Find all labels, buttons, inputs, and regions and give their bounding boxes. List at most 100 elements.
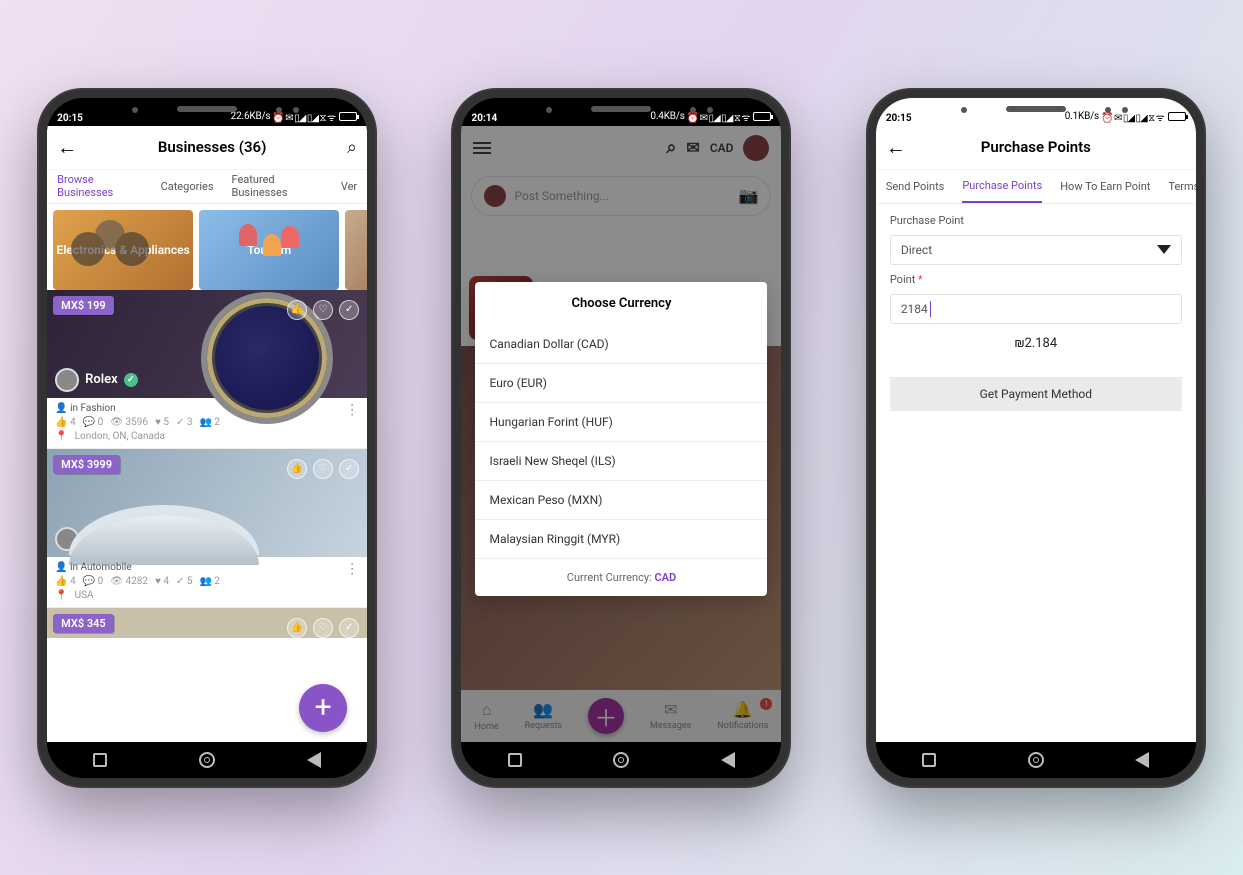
- screen: ← Businesses (36) ⌕ Browse Businesses Ca…: [47, 126, 367, 742]
- back-button[interactable]: ←: [57, 135, 77, 160]
- nav-back[interactable]: [703, 750, 753, 770]
- android-navbar: [47, 742, 367, 778]
- modal-footer: Current Currency: CAD: [475, 559, 767, 596]
- heart-icon[interactable]: ♡: [313, 300, 333, 320]
- purchase-method-select[interactable]: Direct: [890, 235, 1182, 265]
- heart-icon[interactable]: ♡: [313, 459, 333, 479]
- tab-send[interactable]: Send Points: [886, 180, 945, 193]
- nav-home[interactable]: [182, 750, 232, 770]
- input-value: 2184: [901, 302, 928, 316]
- screen: ⌕ ✉ CAD Post Something... 📷 ⌂Home 👥Reque…: [461, 126, 781, 742]
- business-meta: ⋮ 👤 in Automobile 👍 4 💬 0 👁 4282 ♥ 4 ✓ 5…: [47, 557, 367, 608]
- nav-recents[interactable]: [490, 750, 540, 770]
- back-button[interactable]: ←: [886, 135, 906, 160]
- nav-home[interactable]: [596, 750, 646, 770]
- business-hero: MX$ 199 👍 ♡ ✓ Rolex ✓: [47, 290, 367, 398]
- business-name: BMW: [85, 531, 116, 546]
- options-icon[interactable]: ⋮: [345, 561, 359, 577]
- clock: 20:14: [471, 113, 497, 124]
- page-title: Businesses (36): [158, 138, 267, 156]
- tab-browse[interactable]: Browse Businesses: [57, 173, 142, 204]
- battery-icon: [1168, 112, 1186, 121]
- business-meta: ⋮ 👤 in Fashion 👍 4 💬 0 👁 3596 ♥ 5 ✓ 3 👥 …: [47, 398, 367, 449]
- phone-businesses: 20:15 22.6KB/s ⏰ ✉ ▯◢ ▯◢ ⧖ ᯤ ← Businesse…: [37, 88, 377, 788]
- tabs: Browse Businesses Categories Featured Bu…: [47, 170, 367, 204]
- check-icon[interactable]: ✓: [339, 459, 359, 479]
- currency-option[interactable]: Hungarian Forint (HUF): [475, 403, 767, 442]
- screen: ← Purchase Points Send Points Purchase P…: [876, 126, 1196, 742]
- android-navbar: [461, 742, 781, 778]
- currency-option[interactable]: Malaysian Ringgit (MYR): [475, 520, 767, 559]
- status-bar: 20:15 22.6KB/s ⏰ ✉ ▯◢ ▯◢ ⧖ ᯤ: [47, 98, 367, 126]
- tab-more[interactable]: Ver: [341, 180, 357, 193]
- price-badge: MX$ 3999: [53, 455, 120, 474]
- app-bar: ← Purchase Points: [876, 126, 1196, 170]
- currency-option[interactable]: Euro (EUR): [475, 364, 767, 403]
- price-badge: MX$ 345: [53, 614, 114, 633]
- nav-back[interactable]: [1117, 750, 1167, 770]
- phone-currency: 20:14 0.4KB/s ⏰ ✉ ▯◢ ▯◢ ⧖ ᯤ ⌕ ✉ CAD: [451, 88, 791, 788]
- chevron-down-icon: [1157, 245, 1171, 254]
- phone-purchase: 20:15 0.1KB/s ⏰ ✉ ▯◢ ▯◢ ⧖ ᯤ ← Purchase P…: [866, 88, 1206, 788]
- nav-home[interactable]: [1011, 750, 1061, 770]
- business-list[interactable]: MX$ 199 👍 ♡ ✓ Rolex ✓: [47, 290, 367, 742]
- calculated-price: ₪2.184: [890, 336, 1182, 351]
- tab-purchase[interactable]: Purchase Points: [962, 179, 1042, 203]
- get-payment-button[interactable]: Get Payment Method: [890, 377, 1182, 411]
- business-hero: MX$ 3999 👍 ♡ ✓ BMW ✓: [47, 449, 367, 557]
- app-bar: ← Businesses (36) ⌕: [47, 126, 367, 170]
- business-name: Rolex: [85, 372, 118, 387]
- battery-icon: [753, 112, 771, 121]
- text-cursor: [930, 301, 931, 317]
- search-icon[interactable]: ⌕: [347, 137, 357, 158]
- status-bar: 20:14 0.4KB/s ⏰ ✉ ▯◢ ▯◢ ⧖ ᯤ: [461, 98, 781, 126]
- business-card[interactable]: MX$ 3999 👍 ♡ ✓ BMW ✓: [47, 449, 367, 608]
- device-speaker: [177, 106, 237, 112]
- check-icon[interactable]: ✓: [339, 300, 359, 320]
- clock: 20:15: [886, 113, 912, 124]
- purchase-form: Purchase Point Direct Point * 2184 ₪2.18…: [876, 204, 1196, 421]
- tab-featured[interactable]: Featured Businesses: [232, 173, 323, 199]
- options-icon[interactable]: ⋮: [345, 402, 359, 418]
- status-icons: ⏰ ✉ ▯◢ ▯◢ ⧖ ᯤ: [272, 110, 335, 124]
- page-title: Purchase Points: [981, 138, 1091, 156]
- nav-recents[interactable]: [75, 750, 125, 770]
- network-speed: 22.6KB/s: [231, 111, 271, 122]
- like-icon[interactable]: 👍: [287, 300, 307, 320]
- label-purchase: Purchase Point: [890, 214, 1182, 227]
- android-navbar: [876, 742, 1196, 778]
- label-point: Point *: [890, 273, 1182, 286]
- fab-add[interactable]: +: [299, 684, 347, 732]
- tab-terms[interactable]: Terms &: [1168, 180, 1195, 193]
- currency-option[interactable]: Mexican Peso (MXN): [475, 481, 767, 520]
- nav-recents[interactable]: [904, 750, 954, 770]
- clock: 20:15: [57, 113, 83, 124]
- heart-icon[interactable]: ♡: [313, 618, 333, 638]
- currency-modal: Choose Currency Canadian Dollar (CAD) Eu…: [475, 282, 767, 596]
- tab-howto[interactable]: How To Earn Point: [1060, 180, 1150, 193]
- check-icon[interactable]: ✓: [339, 618, 359, 638]
- modal-title: Choose Currency: [475, 282, 767, 325]
- battery-icon: [339, 112, 357, 121]
- currency-option[interactable]: Canadian Dollar (CAD): [475, 325, 767, 364]
- currency-option[interactable]: Israeli New Sheqel (ILS): [475, 442, 767, 481]
- business-card[interactable]: MX$ 345 👍 ♡ ✓: [47, 608, 367, 638]
- business-avatar: [55, 368, 79, 392]
- business-card[interactable]: MX$ 199 👍 ♡ ✓ Rolex ✓: [47, 290, 367, 449]
- like-icon[interactable]: 👍: [287, 618, 307, 638]
- status-bar: 20:15 0.1KB/s ⏰ ✉ ▯◢ ▯◢ ⧖ ᯤ: [876, 98, 1196, 126]
- tabs: Send Points Purchase Points How To Earn …: [876, 170, 1196, 204]
- category-card[interactable]: Tourism: [199, 210, 339, 290]
- business-avatar: [55, 527, 79, 551]
- verified-icon: ✓: [122, 532, 136, 546]
- category-card[interactable]: Electronics & Appliances: [53, 210, 193, 290]
- price-badge: MX$ 199: [53, 296, 114, 315]
- point-input[interactable]: 2184: [890, 294, 1182, 324]
- category-row[interactable]: Electronics & Appliances Tourism: [47, 204, 367, 290]
- like-icon[interactable]: 👍: [287, 459, 307, 479]
- tab-categories[interactable]: Categories: [161, 180, 214, 193]
- select-value: Direct: [901, 243, 932, 257]
- category-card[interactable]: [345, 210, 367, 290]
- nav-back[interactable]: [289, 750, 339, 770]
- verified-icon: ✓: [124, 373, 138, 387]
